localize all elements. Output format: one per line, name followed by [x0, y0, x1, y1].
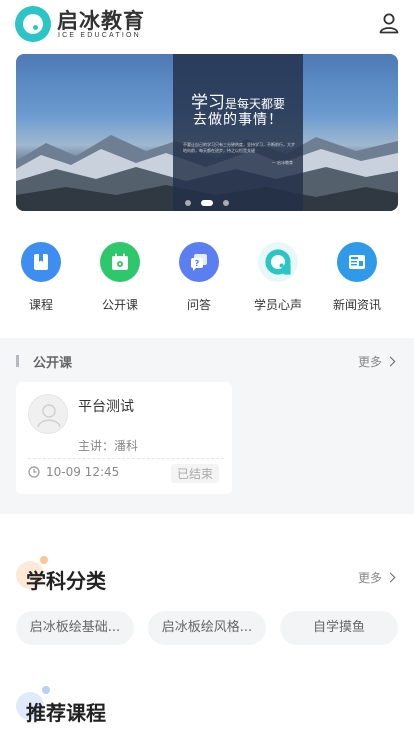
logo-subtitle: ICE EDUCATION — [58, 32, 141, 39]
book-icon — [21, 242, 61, 282]
svg-text:?: ? — [195, 259, 200, 268]
more-label: 更多 — [358, 571, 383, 585]
nav-label: 公开课 — [101, 298, 138, 312]
nav-testimonials[interactable]: 学员心声 — [243, 242, 313, 313]
chat-question-icon: ? — [179, 242, 219, 282]
status-badge: 已结束 — [171, 464, 220, 483]
person-icon — [37, 404, 61, 428]
banner-headline-2: 去做的事情！ — [193, 112, 283, 128]
banner-carousel[interactable]: 学习是每天都要 去做的事情！ 不要让自己的学习只有三分钟热度，坚持学习，不断前行… — [16, 54, 398, 211]
section-title: 公开课 — [33, 356, 73, 371]
calendar-icon — [100, 242, 140, 282]
user-icon[interactable] — [378, 12, 400, 34]
carousel-dot[interactable] — [185, 199, 191, 206]
nav-label: 问答 — [186, 298, 211, 312]
card-divider — [28, 458, 224, 459]
title-decoration — [40, 556, 48, 564]
nav-qa[interactable]: ? 问答 — [164, 242, 234, 313]
chevron-right-icon — [385, 572, 396, 583]
nav-news[interactable]: 新闻资讯 — [322, 242, 392, 313]
more-label: 更多 — [358, 355, 383, 369]
nav-label: 新闻资讯 — [332, 298, 381, 312]
course-card[interactable]: 平台测试 主讲：潘科 10-09 12:45 已结束 — [16, 382, 232, 494]
logo-icon[interactable] — [15, 6, 51, 42]
carousel-indicator — [16, 192, 398, 211]
nav-label: 学员心声 — [253, 298, 302, 312]
avatar — [28, 394, 68, 434]
subjects-title: 学科分类 — [26, 569, 106, 593]
section-marker — [16, 355, 19, 367]
chevron-right-icon — [385, 356, 396, 367]
banner-signature: — 启冰教育 — [271, 160, 293, 165]
nav-open-course[interactable]: 公开课 — [85, 242, 155, 313]
course-host: 主讲：潘科 — [78, 439, 139, 453]
clock-icon — [28, 466, 40, 478]
open-course-more-link[interactable]: 更多 — [358, 353, 396, 370]
nav-course[interactable]: 课程 — [6, 242, 76, 313]
logo-icon — [258, 242, 298, 282]
app-header: 启冰教育 ICE EDUCATION — [0, 0, 414, 48]
banner-text-panel: 学习是每天都要 去做的事情！ 不要让自己的学习只有三分钟热度，坚持学习，不断前行… — [173, 54, 303, 211]
open-course-section: 公开课 更多 平台测试 主讲：潘科 10-09 12:45 已结束 — [0, 338, 414, 514]
carousel-dot-active[interactable] — [201, 199, 213, 206]
subject-pill[interactable]: 启冰板绘基础... — [16, 611, 134, 645]
subject-pill[interactable]: 启冰板绘风格... — [148, 611, 266, 645]
subjects-more-link[interactable]: 更多 — [358, 569, 396, 586]
recommend-title: 推荐课程 — [26, 701, 106, 725]
banner-fine-print: 不要让自己的学习只有三分钟热度，坚持学习，不断前行，大步地向前，每天都在进步，持… — [183, 142, 295, 153]
title-decoration — [42, 686, 50, 694]
course-time: 10-09 12:45 — [46, 465, 120, 479]
logo-title: 启冰教育 — [57, 9, 145, 33]
course-title: 平台测试 — [78, 399, 134, 415]
subject-pill[interactable]: 自学摸鱼 — [280, 611, 398, 645]
carousel-dot[interactable] — [223, 199, 229, 206]
news-icon — [337, 242, 377, 282]
nav-label: 课程 — [28, 298, 53, 312]
